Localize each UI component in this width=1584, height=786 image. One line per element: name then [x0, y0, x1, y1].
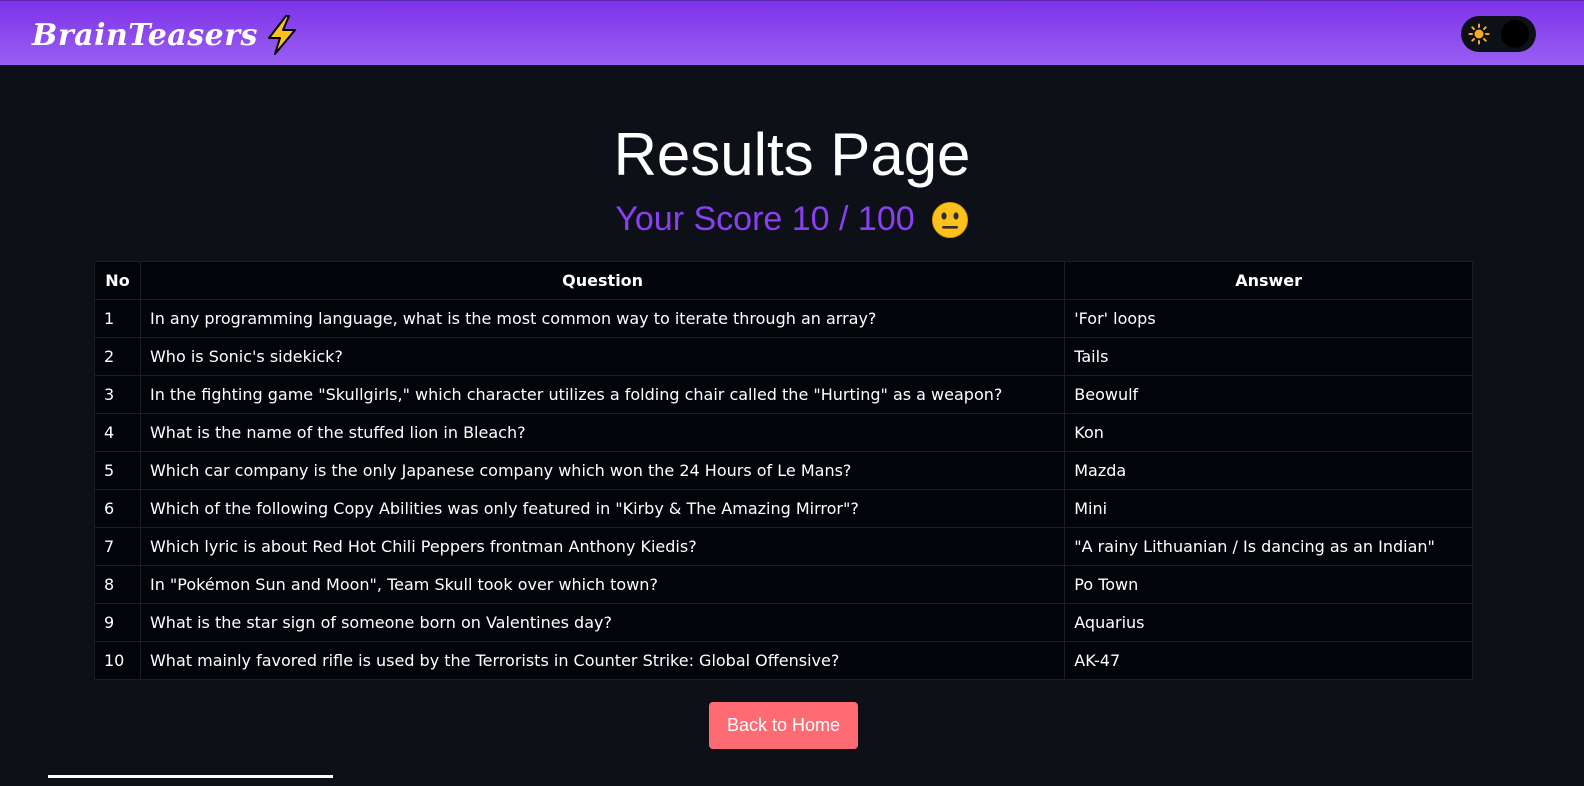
row-answer: Beowulf: [1064, 375, 1473, 414]
row-question: In the fighting game "Skullgirls," which…: [139, 375, 1066, 414]
row-question: Which lyric is about Red Hot Chili Peppe…: [139, 527, 1066, 566]
row-answer: Mini: [1064, 489, 1473, 528]
table-row: 8 In "Pokémon Sun and Moon", Team Skull …: [94, 565, 1473, 604]
page-title: Results Page: [613, 121, 971, 188]
header-question: Question: [139, 261, 1066, 300]
row-number: 4: [94, 413, 141, 452]
score-display: Your Score 10 / 100: [0, 200, 1584, 239]
table-row: 4 What is the name of the stuffed lion i…: [94, 413, 1473, 452]
header-answer: Answer: [1064, 261, 1473, 300]
row-question: Which of the following Copy Abilities wa…: [139, 489, 1066, 528]
table-row: 7 Which lyric is about Red Hot Chili Pep…: [94, 527, 1473, 566]
row-question: Who is Sonic's sidekick?: [139, 337, 1066, 376]
back-to-home-button[interactable]: Back to Home: [709, 702, 858, 749]
results-table: No Question Answer 1 In any programming …: [94, 261, 1473, 680]
neutral-face-icon: [931, 201, 968, 238]
brand-name: BrainTeasers: [32, 17, 258, 53]
row-question: In any programming language, what is the…: [139, 299, 1066, 338]
table-row: 6 Which of the following Copy Abilities …: [94, 489, 1473, 528]
row-answer: Po Town: [1064, 565, 1473, 604]
navbar: BrainTeasers: [0, 0, 1584, 65]
table-row: 5 Which car company is the only Japanese…: [94, 451, 1473, 490]
row-number: 8: [94, 565, 141, 604]
toggle-knob[interactable]: [1501, 20, 1529, 48]
table-row: 1 In any programming language, what is t…: [94, 299, 1473, 338]
row-answer: Tails: [1064, 337, 1473, 376]
row-number: 7: [94, 527, 141, 566]
row-number: 9: [94, 603, 141, 642]
row-number: 2: [94, 337, 141, 376]
row-question: In "Pokémon Sun and Moon", Team Skull to…: [139, 565, 1066, 604]
table-row: 10 What mainly favored rifle is used by …: [94, 641, 1473, 680]
row-answer: AK-47: [1064, 641, 1473, 680]
row-number: 5: [94, 451, 141, 490]
horizontal-scrollbar[interactable]: [48, 775, 333, 778]
row-number: 6: [94, 489, 141, 528]
row-number: 10: [94, 641, 141, 680]
row-answer: 'For' loops: [1064, 299, 1473, 338]
header-no: No: [94, 261, 141, 300]
brand-logo[interactable]: BrainTeasers: [32, 15, 300, 55]
sun-icon: [1468, 23, 1490, 45]
row-question: What is the name of the stuffed lion in …: [139, 413, 1066, 452]
row-number: 1: [94, 299, 141, 338]
row-answer: Kon: [1064, 413, 1473, 452]
table-row: 9 What is the star sign of someone born …: [94, 603, 1473, 642]
row-number: 3: [94, 375, 141, 414]
table-header-row: No Question Answer: [94, 261, 1473, 300]
theme-toggle[interactable]: [1461, 16, 1536, 52]
row-question: Which car company is the only Japanese c…: [139, 451, 1066, 490]
table-row: 2 Who is Sonic's sidekick? Tails: [94, 337, 1473, 376]
table-row: 3 In the fighting game "Skullgirls," whi…: [94, 375, 1473, 414]
row-question: What mainly favored rifle is used by the…: [139, 641, 1066, 680]
row-answer: "A rainy Lithuanian / Is dancing as an I…: [1064, 527, 1473, 566]
score-text: Your Score 10 / 100: [615, 200, 915, 238]
lightning-bolt-icon: [267, 15, 296, 55]
row-question: What is the star sign of someone born on…: [139, 603, 1066, 642]
row-answer: Aquarius: [1064, 603, 1473, 642]
row-answer: Mazda: [1064, 451, 1473, 490]
